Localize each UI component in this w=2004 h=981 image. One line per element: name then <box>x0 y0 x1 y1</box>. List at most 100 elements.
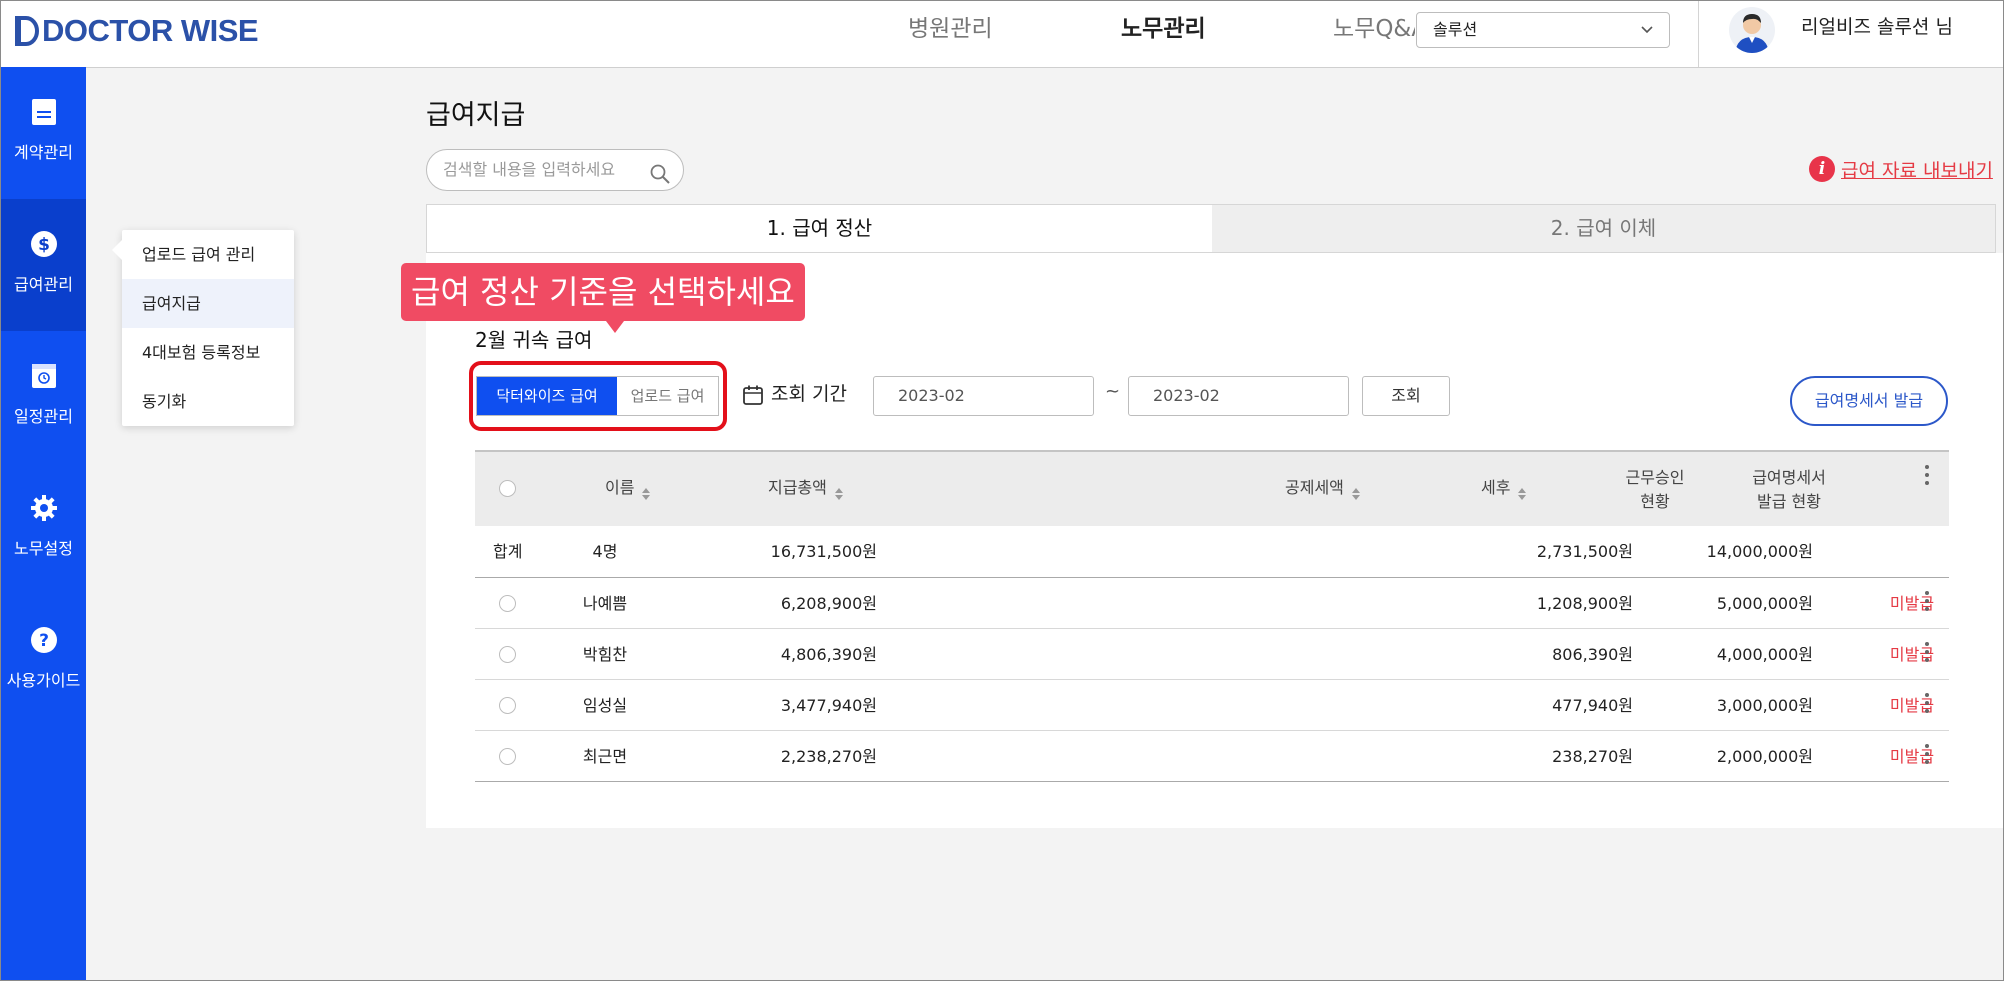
gear-icon <box>29 493 59 523</box>
header-divider <box>1698 1 1699 67</box>
payslip-status: 미발급 <box>1889 747 1935 766</box>
export-label: 급여 자료 내보내기 <box>1841 159 1993 182</box>
sidebar-label: 사용가이드 <box>6 671 81 690</box>
highlight-box <box>469 361 727 431</box>
sidebar-item-contract[interactable]: 계약관리 <box>1 67 86 199</box>
column-header-label: 지급총액 <box>768 478 827 497</box>
column-header-approval: 근무승인 현황 <box>1615 466 1695 514</box>
guide-tooltip: 급여 정산 기준을 선택하세요 <box>401 263 805 333</box>
search-input[interactable]: 검색할 내용을 입력하세요 <box>426 149 684 191</box>
calendar-icon <box>742 384 764 406</box>
table-row[interactable]: 최근면 2,238,270원 238,270원 2,000,000원 미발급 <box>475 731 1949 782</box>
search-placeholder: 검색할 내용을 입력하세요 <box>443 160 616 179</box>
date-to-input[interactable]: 2023-02 <box>1128 376 1349 416</box>
submenu-sync[interactable]: 동기화 <box>122 377 294 426</box>
sort-icon <box>1351 483 1360 500</box>
nav-labor-qa[interactable]: 노무Q&A <box>1333 13 1415 45</box>
nav-labor[interactable]: 노무관리 <box>1121 13 1206 45</box>
payslip-status: 미발급 <box>1889 696 1935 715</box>
payroll-tabs: 1. 급여 정산 2. 급여 이체 <box>426 204 1996 253</box>
info-icon: i <box>1809 156 1835 182</box>
column-header-label: 현황 <box>1640 492 1670 511</box>
sidebar-item-payroll[interactable]: $ 급여관리 <box>1 199 86 331</box>
table-row[interactable]: 박힘찬 4,806,390원 806,390원 4,000,000원 미발급 <box>475 629 1949 680</box>
document-icon <box>29 97 59 127</box>
column-header-payslip: 급여명세서 발급 현황 <box>1739 466 1839 514</box>
logo-icon <box>15 16 39 46</box>
date-range-separator: ~ <box>1105 381 1121 402</box>
submenu-upload-payroll[interactable]: 업로드 급여 관리 <box>122 230 294 279</box>
more-options-icon[interactable] <box>1924 743 1930 765</box>
row-select-radio[interactable] <box>499 697 516 714</box>
deduction: 477,940원 <box>1552 696 1633 715</box>
section-title: 2월 귀속 급여 <box>475 328 593 352</box>
tab-payroll-settlement[interactable]: 1. 급여 정산 <box>427 205 1212 252</box>
search-icon[interactable] <box>649 160 671 184</box>
table-row[interactable]: 나예쁨 6,208,900원 1,208,900원 5,000,000원 미발급 <box>475 578 1949 629</box>
more-options-icon[interactable] <box>1924 641 1930 663</box>
payroll-submenu: 업로드 급여 관리 급여지급 4대보험 등록정보 동기화 <box>112 230 294 426</box>
table-header: 이름 지급총액 공제세액 세후 근무승인 현황 급여명세서 발급 현황 <box>475 450 1949 526</box>
chevron-down-icon <box>1639 13 1655 47</box>
payslip-status: 미발급 <box>1889 594 1935 613</box>
column-header-name[interactable]: 이름 <box>605 476 651 500</box>
more-options-icon[interactable] <box>1924 590 1930 612</box>
column-header-pay[interactable]: 지급총액 <box>768 476 843 500</box>
deduction: 806,390원 <box>1552 645 1633 664</box>
sidebar-item-settings[interactable]: 노무설정 <box>1 463 86 595</box>
row-select-radio[interactable] <box>499 595 516 612</box>
avatar[interactable] <box>1729 7 1775 53</box>
sort-icon <box>642 483 651 500</box>
org-select-value: 솔루션 <box>1433 20 1478 39</box>
row-select-radio[interactable] <box>499 748 516 765</box>
tab-payroll-transfer[interactable]: 2. 급여 이체 <box>1212 205 1995 252</box>
top-header: DOCTOR WISE 병원관리 노무관리 노무Q&A 솔루션 리얼비즈 솔루션… <box>1 1 2003 68</box>
calendar-icon <box>29 361 59 391</box>
issue-payslip-button[interactable]: 급여명세서 발급 <box>1790 376 1948 426</box>
total-pay: 16,731,500원 <box>770 542 877 561</box>
nav-hospital[interactable]: 병원관리 <box>908 13 993 45</box>
column-header-label: 세후 <box>1481 478 1511 497</box>
export-payroll-link[interactable]: i 급여 자료 내보내기 <box>1809 153 1993 185</box>
more-options-icon[interactable] <box>1924 692 1930 714</box>
org-select[interactable]: 솔루션 <box>1416 12 1670 48</box>
submenu-payroll-payment[interactable]: 급여지급 <box>122 279 294 328</box>
employee-name: 최근면 <box>582 747 628 766</box>
row-select-radio[interactable] <box>499 646 516 663</box>
sidebar-label: 노무설정 <box>14 539 73 558</box>
column-header-label: 공제세액 <box>1285 478 1344 497</box>
svg-text:?: ? <box>39 631 49 651</box>
total-net: 14,000,000원 <box>1706 542 1813 561</box>
table-row[interactable]: 임성실 3,477,940원 477,940원 3,000,000원 미발급 <box>475 680 1949 731</box>
total-label: 합계 <box>493 542 523 561</box>
query-button[interactable]: 조회 <box>1362 376 1450 416</box>
gross-pay: 2,238,270원 <box>780 747 877 766</box>
column-header-label: 급여명세서 <box>1752 468 1826 487</box>
date-from-input[interactable]: 2023-02 <box>873 376 1094 416</box>
svg-text:$: $ <box>38 235 50 255</box>
payslip-status: 미발급 <box>1889 645 1935 664</box>
sidebar-item-guide[interactable]: ? 사용가이드 <box>1 595 86 727</box>
column-header-net[interactable]: 세후 <box>1481 476 1527 500</box>
column-header-deduction[interactable]: 공제세액 <box>1285 476 1360 500</box>
column-header-label: 발급 현황 <box>1757 492 1821 511</box>
app-frame: DOCTOR WISE 병원관리 노무관리 노무Q&A 솔루션 리얼비즈 솔루션… <box>0 0 2004 981</box>
sidebar-label: 일정관리 <box>14 407 73 426</box>
more-options-icon[interactable] <box>1924 464 1930 486</box>
column-header-label: 근무승인 <box>1625 468 1685 487</box>
left-sidebar: 계약관리 $ 급여관리 일정관리 노무설정 ? 사용가이드 <box>1 67 86 980</box>
period-label: 조회 기간 <box>771 383 847 405</box>
column-header-label: 이름 <box>605 478 635 497</box>
select-all-radio[interactable] <box>499 480 516 497</box>
page-title: 급여지급 <box>426 100 526 131</box>
logo[interactable]: DOCTOR WISE <box>15 13 259 49</box>
gross-pay: 4,806,390원 <box>780 645 877 664</box>
sidebar-item-schedule[interactable]: 일정관리 <box>1 331 86 463</box>
submenu-insurance-info[interactable]: 4대보험 등록정보 <box>122 328 294 377</box>
total-deduction: 2,731,500원 <box>1536 542 1633 561</box>
gross-pay: 6,208,900원 <box>780 594 877 613</box>
employee-name: 임성실 <box>582 696 628 715</box>
user-name[interactable]: 리얼비즈 솔루션 님 <box>1801 13 1953 41</box>
sidebar-label: 계약관리 <box>14 143 73 162</box>
employee-name: 나예쁨 <box>582 594 628 613</box>
